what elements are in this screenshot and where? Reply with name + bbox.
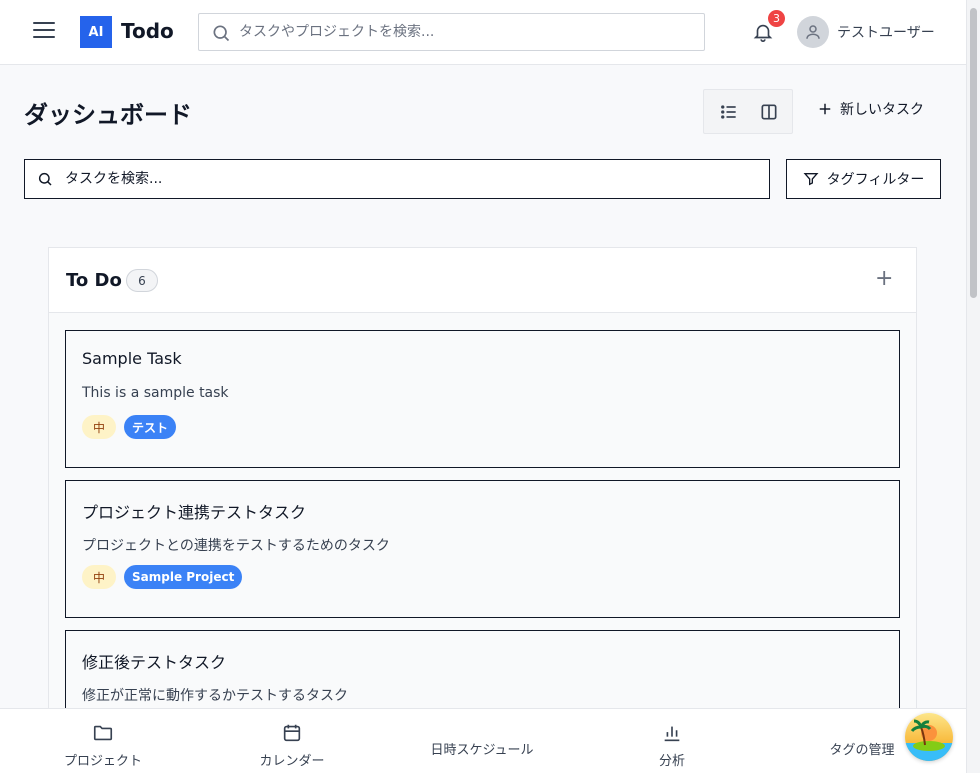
search-icon xyxy=(213,25,230,42)
logo-badge: AI xyxy=(80,16,112,48)
nav-item-analytics[interactable]: 分析 xyxy=(642,722,702,769)
task-title: Sample Task xyxy=(82,349,182,368)
nav-label: タグの管理 xyxy=(829,743,895,758)
nav-item-tags[interactable]: タグの管理 xyxy=(822,739,902,758)
task-description: This is a sample task xyxy=(82,385,229,401)
logo-text[interactable]: Todo xyxy=(121,19,174,43)
scrollbar[interactable] xyxy=(966,0,980,773)
hamburger-menu-icon[interactable] xyxy=(33,22,55,42)
add-task-icon[interactable]: + xyxy=(875,268,893,290)
column-title: To Do xyxy=(66,270,122,291)
task-title: 修正後テストタスク xyxy=(82,653,227,672)
board-view-icon[interactable] xyxy=(759,102,779,122)
tag-filter-label: タグフィルター xyxy=(826,172,925,188)
notification-badge: 3 xyxy=(768,10,785,27)
user-icon xyxy=(806,25,820,39)
task-card[interactable]: プロジェクト連携テストタスク プロジェクトとの連携をテストするためのタスク 中 … xyxy=(65,480,900,618)
nav-item-calendar[interactable]: カレンダー xyxy=(252,722,332,769)
priority-badge: 中 xyxy=(82,415,116,439)
plus-icon xyxy=(819,103,831,115)
nav-item-projects[interactable]: プロジェクト xyxy=(58,722,148,769)
avatar[interactable] xyxy=(797,16,829,48)
new-task-button[interactable]: 新しいタスク xyxy=(818,99,924,119)
column-header: To Do 6 + xyxy=(49,248,916,313)
bottom-nav: プロジェクト カレンダー 日時スケジュール 分析 タグの管理 xyxy=(0,708,966,773)
task-description: 修正が正常に動作するかテストするタスク xyxy=(82,688,348,704)
user-name[interactable]: テストユーザー xyxy=(837,22,935,42)
tag-badge[interactable]: テスト xyxy=(124,415,177,439)
island-avatar-button[interactable] xyxy=(905,713,953,761)
task-card[interactable]: Sample Task This is a sample task 中 テスト xyxy=(65,330,900,468)
nav-label: カレンダー xyxy=(259,754,325,769)
calendar-icon xyxy=(283,724,301,742)
bar-chart-icon xyxy=(664,726,680,742)
global-search-input[interactable] xyxy=(239,14,689,50)
todo-column: To Do 6 + Sample Task This is a sample t… xyxy=(48,247,917,768)
view-toggle xyxy=(703,89,793,134)
filter-icon xyxy=(803,173,819,186)
nav-item-schedule[interactable]: 日時スケジュール xyxy=(422,739,542,758)
island-icon xyxy=(905,713,953,761)
nav-label: 分析 xyxy=(658,754,685,769)
task-search xyxy=(24,159,770,199)
new-task-label: 新しいタスク xyxy=(840,102,924,118)
search-icon xyxy=(38,172,52,186)
tag-filter-button[interactable]: タグフィルター xyxy=(786,159,941,199)
page-title: ダッシュボード xyxy=(24,101,192,129)
top-header: AI Todo 3 テストユーザー xyxy=(0,0,966,65)
scrollbar-thumb[interactable] xyxy=(970,8,977,298)
task-search-input[interactable] xyxy=(65,160,755,198)
nav-label: プロジェクト xyxy=(63,754,142,769)
folder-icon xyxy=(93,725,113,741)
column-count-badge: 6 xyxy=(126,269,158,292)
priority-badge: 中 xyxy=(82,565,116,589)
task-description: プロジェクトとの連携をテストするためのタスク xyxy=(82,538,390,554)
nav-label: 日時スケジュール xyxy=(430,743,534,758)
global-search xyxy=(198,13,705,51)
list-view-icon[interactable] xyxy=(719,102,739,122)
task-title: プロジェクト連携テストタスク xyxy=(82,503,307,522)
tag-badge[interactable]: Sample Project xyxy=(124,565,243,589)
